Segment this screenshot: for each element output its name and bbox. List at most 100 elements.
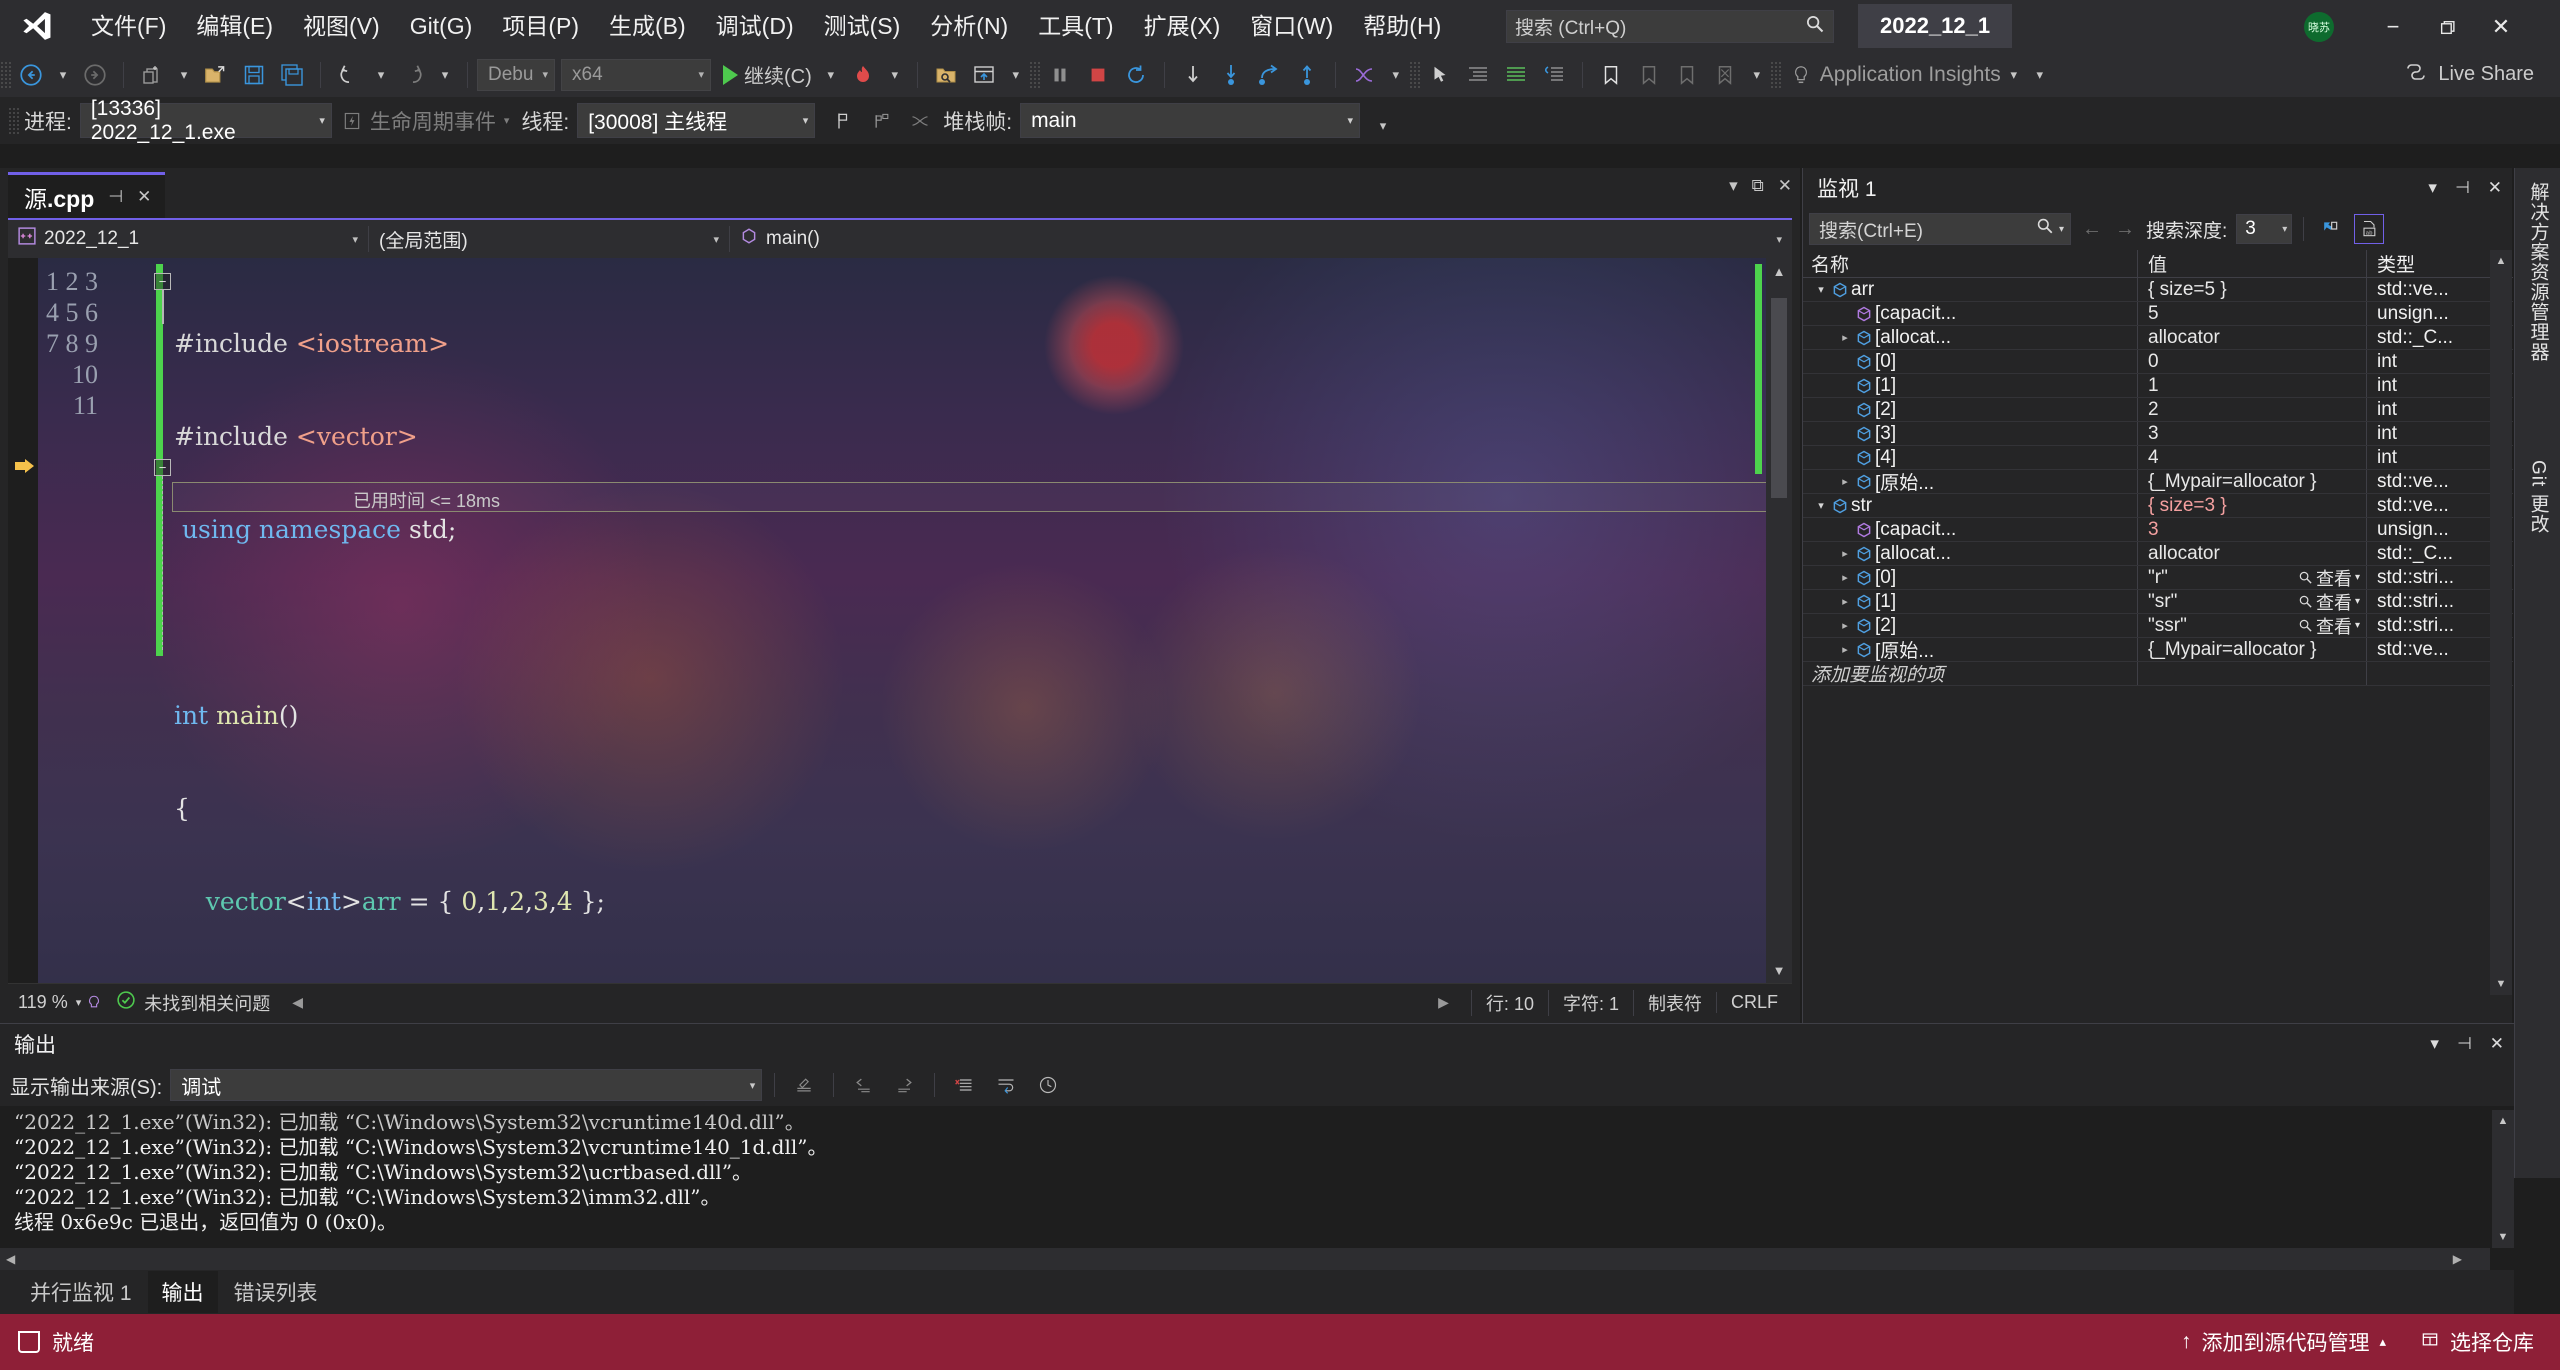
close-button[interactable]: ✕	[2478, 10, 2524, 44]
redo-dropdown-icon[interactable]: ▾	[432, 57, 458, 93]
watch-row-name[interactable]: ▸ [2]	[1803, 615, 2137, 637]
save-all-icon[interactable]	[273, 57, 311, 93]
scroll-down-icon[interactable]: ▼	[2492, 1226, 2514, 1248]
watch-row[interactable]: ▸ [2] "ssr" 查看 ▾ std::stri...	[1803, 614, 2513, 638]
code-area[interactable]: 1 2 3 4 5 6 7 8 9 10 11 − − 已用时间 <= 18ms	[8, 258, 1792, 983]
watch-row-value[interactable]: allocator	[2138, 327, 2366, 349]
watch-row-value[interactable]: allocator	[2138, 543, 2366, 565]
view-value-link[interactable]: 查看 ▾	[2298, 615, 2360, 637]
watch-row[interactable]: ▸ [allocat... allocator std::_C...	[1803, 542, 2513, 566]
live-share-label[interactable]: Live Share	[2438, 63, 2534, 86]
tabs-indicator[interactable]: 制表符	[1632, 989, 1716, 1016]
menu-extensions[interactable]: 扩展(X)	[1129, 8, 1236, 45]
watch-row-value[interactable]: "r" 查看 ▾	[2138, 567, 2366, 589]
new-item-icon[interactable]	[133, 57, 171, 93]
add-watch-row[interactable]: 添加要监视的项	[1803, 662, 2513, 686]
fold-toggle-main[interactable]: −	[154, 459, 171, 476]
toolbar-overflow-icon[interactable]: ▾	[1370, 108, 1396, 144]
navbar-project-select[interactable]: 2022_12_1 ▾	[8, 219, 368, 259]
select-repository-button[interactable]: 选择仓库	[2408, 1327, 2546, 1357]
uncomment-icon[interactable]	[1535, 57, 1573, 93]
application-insights-dropdown-icon[interactable]: ▾	[2001, 57, 2027, 93]
fold-toggle-includes[interactable]: −	[154, 273, 171, 290]
watch-row-name[interactable]: [capacit...	[1803, 519, 2137, 541]
watch-row-value[interactable]: 0	[2138, 351, 2366, 373]
menu-test[interactable]: 测试(S)	[809, 8, 916, 45]
open-file-icon[interactable]	[197, 57, 235, 93]
lightbulb-icon[interactable]	[1782, 57, 1820, 93]
expand-toggle-icon[interactable]: ▸	[1837, 619, 1853, 632]
watch-row[interactable]: ▸ [1] "sr" 查看 ▾ std::stri...	[1803, 590, 2513, 614]
chevron-down-icon[interactable]: ▾	[2054, 224, 2064, 235]
chevron-down-icon[interactable]: ▾	[2430, 1034, 2439, 1054]
watch-row-name[interactable]: [1]	[1803, 375, 2137, 397]
view-value-link[interactable]: 查看 ▾	[2298, 591, 2360, 613]
issues-status[interactable]: 未找到相关问题	[117, 990, 270, 1016]
show-next-statement-icon[interactable]	[965, 57, 1003, 93]
toolbar-grip[interactable]	[1408, 60, 1421, 89]
maximize-button[interactable]	[2424, 10, 2470, 44]
watch-table[interactable]: 名称 值 类型 ▾ arr{ size=5 } std::ve... [capacit…	[1803, 250, 2513, 995]
step-into-icon[interactable]	[1174, 57, 1212, 93]
expand-toggle-icon[interactable]: ▾	[1813, 499, 1829, 512]
breakpoint-gutter[interactable]	[8, 258, 38, 983]
expand-toggle-icon[interactable]: ▾	[1813, 283, 1829, 296]
watch-row-value[interactable]: 5	[2138, 303, 2366, 325]
next-message-icon[interactable]	[888, 1069, 922, 1101]
notification-icon[interactable]	[18, 1331, 40, 1353]
menu-help[interactable]: 帮助(H)	[1348, 8, 1456, 45]
watch-row-name[interactable]: [2]	[1803, 399, 2137, 421]
view-value-link[interactable]: 查看 ▾	[2298, 567, 2360, 589]
watch-row-value[interactable]: {_Mypair=allocator }	[2138, 471, 2366, 493]
search-next-icon[interactable]: →	[2113, 218, 2137, 241]
menu-debug[interactable]: 调试(D)	[701, 8, 809, 45]
next-bookmark-icon[interactable]	[1668, 57, 1706, 93]
navbar-scope-select[interactable]: (全局范围) ▾	[369, 219, 729, 259]
scroll-up-icon[interactable]: ▲	[2492, 1110, 2514, 1132]
output-vertical-scrollbar[interactable]: ▲ ▼	[2492, 1110, 2514, 1248]
navbar-member-select[interactable]: main() ▾	[730, 219, 1792, 259]
step-out-over-icon[interactable]	[1250, 57, 1288, 93]
restart-icon[interactable]	[1117, 57, 1155, 93]
avatar[interactable]: 晓苏	[2304, 12, 2334, 42]
navigate-backward-icon[interactable]	[12, 57, 50, 93]
scroll-right-icon[interactable]: ▶	[1438, 994, 1449, 1011]
flag-icon[interactable]	[825, 103, 863, 139]
bookmark-icon[interactable]	[1592, 57, 1630, 93]
editor-vertical-scrollbar[interactable]: ▲ ▼	[1766, 258, 1792, 983]
watch-row-name[interactable]: [0]	[1803, 351, 2137, 373]
stop-debugging-icon[interactable]	[1079, 57, 1117, 93]
watch-row-value[interactable]: 3	[2138, 423, 2366, 445]
menu-edit[interactable]: 编辑(E)	[181, 8, 288, 45]
search-depth-select[interactable]: 3 ▾	[2236, 214, 2293, 244]
flag-all-icon[interactable]	[863, 103, 901, 139]
watch-row[interactable]: [3] 3 int	[1803, 422, 2513, 446]
close-icon[interactable]: ✕	[1778, 176, 1792, 196]
watch-row-value[interactable]: "sr" 查看 ▾	[2138, 591, 2366, 613]
watch-row[interactable]: ▸ [allocat... allocator std::_C...	[1803, 326, 2513, 350]
output-source-select[interactable]: 调试 ▾	[170, 1069, 763, 1101]
close-icon[interactable]: ✕	[137, 187, 151, 207]
watch-row-name[interactable]: [capacit...	[1803, 303, 2137, 325]
output-text[interactable]: “2022_12_1.exe”(Win32): 已加载 “C:\Windows\…	[0, 1110, 2490, 1248]
menu-tools[interactable]: 工具(T)	[1023, 8, 1128, 45]
watch-row[interactable]: ▾ arr{ size=5 } std::ve...	[1803, 278, 2513, 302]
watch-row[interactable]: [0] 0 int	[1803, 350, 2513, 374]
watch-row-name[interactable]: ▸ [1]	[1803, 591, 2137, 613]
menu-git[interactable]: Git(G)	[395, 8, 488, 45]
toolbar-overflow-icon[interactable]: ▾	[1744, 57, 1770, 93]
menu-window[interactable]: 窗口(W)	[1235, 8, 1348, 45]
step-out-icon[interactable]	[1288, 57, 1326, 93]
menu-view[interactable]: 视图(V)	[288, 8, 395, 45]
expand-toggle-icon[interactable]: ▸	[1837, 643, 1853, 656]
watch-search-input[interactable]: 搜索(Ctrl+E) ▾	[1809, 213, 2071, 245]
editor-horizontal-scrollbar[interactable]: ◀ ▶	[292, 993, 1449, 1013]
column-header-value[interactable]: 值	[2138, 250, 2366, 277]
pin-icon[interactable]: ⊣	[2457, 1034, 2472, 1054]
eol-indicator[interactable]: CRLF	[1715, 992, 1792, 1013]
watch-row-name[interactable]: [3]	[1803, 423, 2137, 445]
toolbar-overflow-icon[interactable]: ▾	[1003, 57, 1029, 93]
solution-platform-select[interactable]: x64 ▾	[561, 58, 711, 91]
tab-error-list[interactable]: 错误列表	[220, 1271, 332, 1313]
watch-row-name[interactable]: ▾ str	[1803, 495, 2137, 517]
